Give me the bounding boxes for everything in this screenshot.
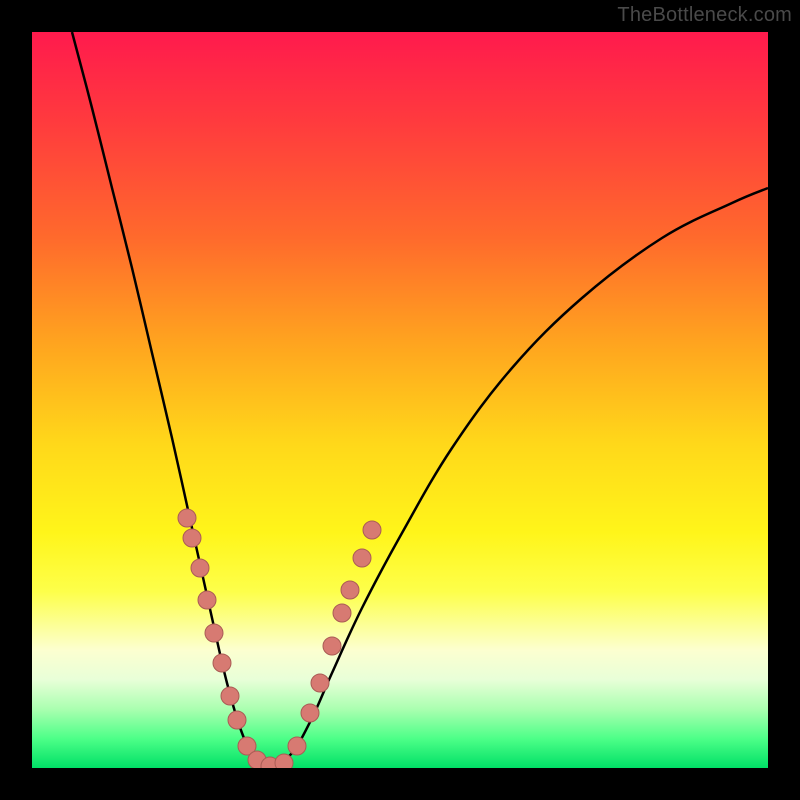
sample-marker (323, 637, 341, 655)
sample-marker (191, 559, 209, 577)
sample-marker (213, 654, 231, 672)
sample-marker (221, 687, 239, 705)
sample-marker (363, 521, 381, 539)
sample-marker (341, 581, 359, 599)
sample-marker (183, 529, 201, 547)
curve-left-branch (72, 32, 272, 768)
sample-marker (288, 737, 306, 755)
watermark-text: TheBottleneck.com (617, 4, 792, 27)
sample-marker (301, 704, 319, 722)
sample-marker (198, 591, 216, 609)
curve-right-branch (272, 188, 768, 768)
sample-marker (311, 674, 329, 692)
sample-marker (275, 754, 293, 768)
sample-marker (333, 604, 351, 622)
curve-svg (32, 32, 768, 768)
plot-area (32, 32, 768, 768)
sample-marker (353, 549, 371, 567)
sample-markers (178, 509, 381, 768)
sample-marker (205, 624, 223, 642)
sample-marker (178, 509, 196, 527)
sample-marker (228, 711, 246, 729)
chart-frame: TheBottleneck.com (0, 0, 800, 800)
